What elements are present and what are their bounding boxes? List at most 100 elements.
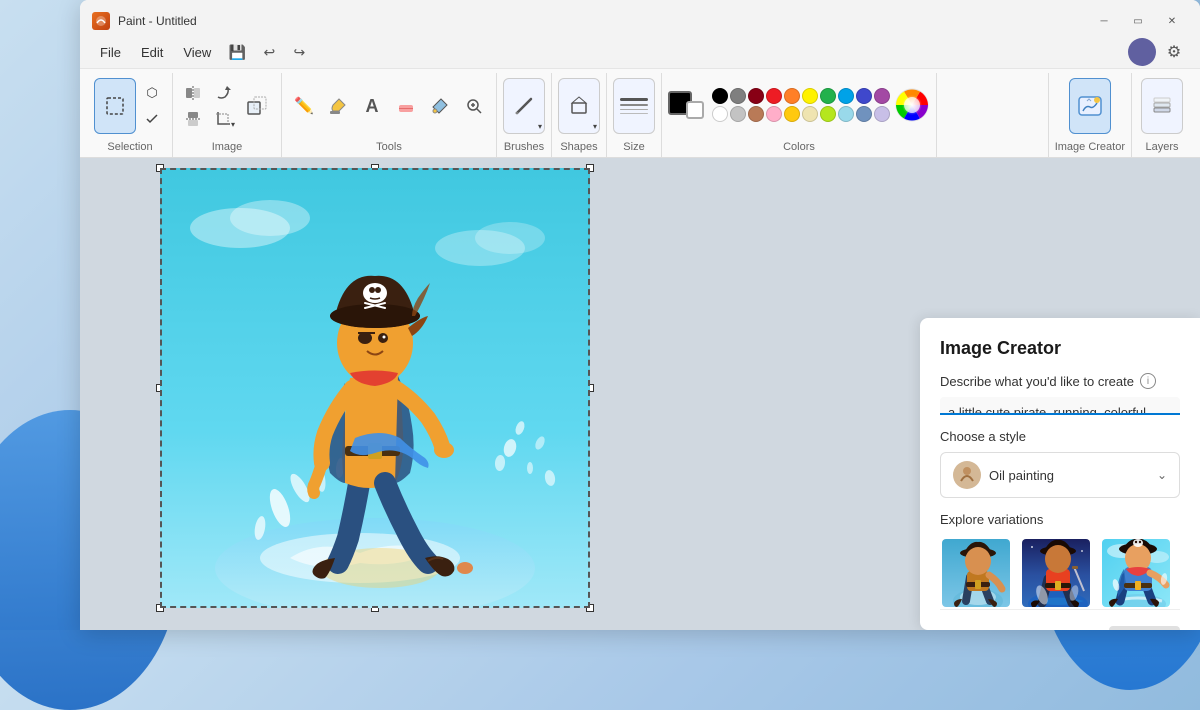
- variation-thumb-1[interactable]: [940, 537, 1012, 609]
- brushes-label: Brushes: [504, 141, 544, 157]
- image-creator-content: [1069, 73, 1111, 141]
- cancel-button[interactable]: Cancel: [940, 626, 996, 630]
- image-label: Image: [212, 141, 243, 157]
- variation-thumb-3[interactable]: [1100, 537, 1172, 609]
- select-all-button[interactable]: [138, 107, 166, 131]
- tools-label: Tools: [376, 141, 402, 157]
- color-picker-button[interactable]: [424, 90, 456, 122]
- dropdown-chevron-icon: ⌄: [1157, 468, 1167, 482]
- size-lines: [614, 94, 654, 119]
- window-title: Paint - Untitled: [118, 14, 1088, 28]
- zoom-button[interactable]: [458, 90, 490, 122]
- color-swatch[interactable]: [820, 106, 836, 122]
- free-select-button[interactable]: ⬡: [138, 81, 166, 105]
- ribbon-group-shapes: ▾ Shapes: [552, 73, 607, 157]
- resize-button[interactable]: [239, 86, 275, 126]
- color-swatch[interactable]: [838, 106, 854, 122]
- color-swatch[interactable]: [856, 88, 872, 104]
- eraser-button[interactable]: [390, 90, 422, 122]
- color-swatch[interactable]: [784, 106, 800, 122]
- color-swatch[interactable]: [802, 106, 818, 122]
- image-col2: ▾: [209, 81, 237, 131]
- save-button[interactable]: 💾: [223, 38, 251, 66]
- color-wheel-button[interactable]: [894, 87, 930, 123]
- variation-thumb-2[interactable]: [1020, 537, 1092, 609]
- create-button[interactable]: Create: [1109, 626, 1180, 630]
- color-swatch[interactable]: [748, 106, 764, 122]
- layers-label: Layers: [1145, 141, 1178, 157]
- menu-file[interactable]: File: [92, 42, 129, 63]
- pencil-button[interactable]: ✏️: [288, 90, 320, 122]
- shapes-button[interactable]: ▾: [558, 78, 600, 134]
- flip-vertical-button[interactable]: [179, 107, 207, 131]
- settings-button[interactable]: ⚙: [1160, 38, 1188, 66]
- window-controls: ─ ▭ ✕: [1088, 9, 1188, 33]
- shapes-content: ▾: [558, 73, 600, 141]
- profile-avatar[interactable]: [1128, 38, 1156, 66]
- color-swatch[interactable]: [766, 88, 782, 104]
- menu-edit[interactable]: Edit: [133, 42, 171, 63]
- minimize-button[interactable]: ─: [1088, 9, 1120, 33]
- undo-button[interactable]: ↩: [255, 38, 283, 66]
- color-swatch[interactable]: [730, 88, 746, 104]
- selection-options: ⬡: [138, 81, 166, 131]
- panel-footer: Cancel 🌟 24 Create: [940, 609, 1180, 630]
- color-swatch[interactable]: [712, 106, 728, 122]
- color-swatch[interactable]: [820, 88, 836, 104]
- current-colors: [668, 91, 704, 119]
- shapes-label: Shapes: [560, 141, 597, 157]
- color-swatch[interactable]: [784, 88, 800, 104]
- color-swatches-grid: [712, 88, 890, 122]
- canvas-wrapper: [160, 168, 910, 613]
- menu-view[interactable]: View: [175, 42, 219, 63]
- fill-button[interactable]: [322, 90, 354, 122]
- menu-bar: File Edit View 💾 ↩ ↪ ⚙: [80, 36, 1200, 68]
- maximize-button[interactable]: ▭: [1122, 9, 1154, 33]
- redo-button[interactable]: ↪: [285, 38, 313, 66]
- close-button[interactable]: ✕: [1156, 9, 1188, 33]
- color-swatch[interactable]: [802, 88, 818, 104]
- color-swatch[interactable]: [874, 106, 890, 122]
- image-creator-button[interactable]: [1069, 78, 1111, 134]
- style-label: Choose a style: [940, 429, 1180, 444]
- ribbon-group-image-creator: Image Creator: [1048, 73, 1132, 157]
- color-swatch[interactable]: [766, 106, 782, 122]
- brushes-button[interactable]: ▾: [503, 78, 545, 134]
- info-icon[interactable]: i: [1140, 373, 1156, 389]
- rotate-button[interactable]: [209, 81, 237, 105]
- brushes-content: ▾: [503, 73, 545, 141]
- layers-button[interactable]: [1141, 78, 1183, 134]
- secondary-color-box[interactable]: [686, 101, 704, 119]
- color-swatch[interactable]: [730, 106, 746, 122]
- color-swatch[interactable]: [856, 106, 872, 122]
- size-label: Size: [623, 141, 644, 157]
- main-window: Paint - Untitled ─ ▭ ✕ File Edit View 💾 …: [80, 0, 1200, 630]
- color-swatch[interactable]: [748, 88, 764, 104]
- app-icon: [92, 12, 110, 30]
- color-swatch[interactable]: [712, 88, 728, 104]
- colors-row-1: [712, 88, 890, 104]
- style-dropdown[interactable]: Oil painting ⌄: [940, 452, 1180, 498]
- ribbon-group-image: ▾ Image: [173, 73, 282, 157]
- color-swatch[interactable]: [838, 88, 854, 104]
- ribbon-group-selection: ⬡ Selection: [88, 73, 173, 157]
- panel-title: Image Creator: [940, 338, 1180, 359]
- flip-horizontal-button[interactable]: [179, 81, 207, 105]
- pirate-image: [160, 168, 590, 608]
- image-creator-label: Image Creator: [1055, 141, 1125, 157]
- text-button[interactable]: A: [356, 90, 388, 122]
- crop-button[interactable]: ▾: [209, 107, 237, 131]
- colors-row-2: [712, 106, 890, 122]
- layers-content: [1141, 73, 1183, 141]
- canvas-area: Image Creator Describe what you'd like t…: [80, 158, 1200, 630]
- ribbon-spacer: [937, 73, 1048, 157]
- prompt-textarea[interactable]: a little cute pirate, running, colorful,…: [940, 397, 1180, 415]
- image-tools: ▾: [179, 73, 275, 141]
- describe-label: Describe what you'd like to create i: [940, 373, 1180, 389]
- variations-grid: [940, 537, 1180, 609]
- size-button[interactable]: [613, 78, 655, 134]
- ribbon-group-layers: Layers: [1132, 73, 1192, 157]
- canvas-container: [160, 168, 590, 608]
- selection-tool-button[interactable]: [94, 78, 136, 134]
- color-swatch[interactable]: [874, 88, 890, 104]
